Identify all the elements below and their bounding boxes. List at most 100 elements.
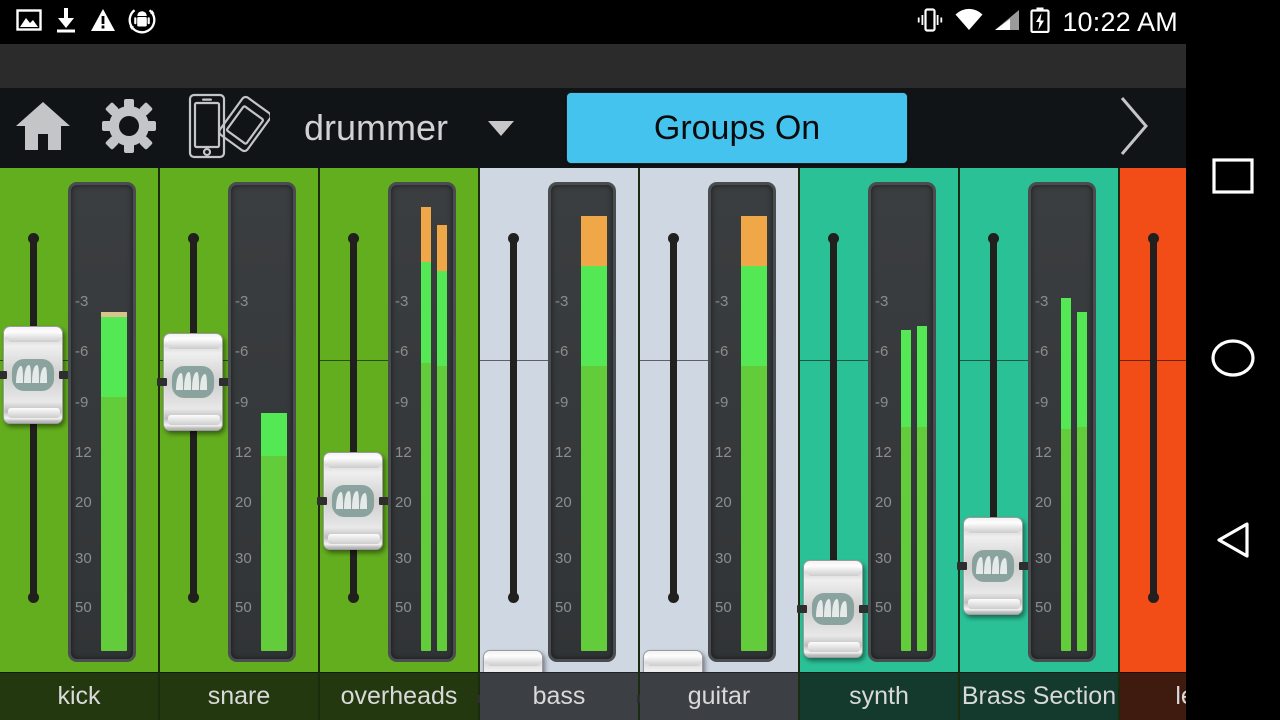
groups-toggle-button[interactable]: Groups On xyxy=(566,92,909,164)
meter-scale-label: -6 xyxy=(555,343,569,361)
meter-bar-hot-segment xyxy=(437,270,447,366)
channel-name-label[interactable]: snare xyxy=(160,672,318,720)
scene-name-label[interactable]: drummer xyxy=(304,107,448,149)
fader-knob[interactable] xyxy=(957,516,1029,615)
triangle-back-icon xyxy=(1211,518,1255,567)
channel-strip-bass[interactable]: -3 -6 -9 12 20 30 50 bass xyxy=(477,168,640,720)
meter-scale-label: 12 xyxy=(75,444,92,462)
rotate-device-button[interactable] xyxy=(172,88,282,168)
channel-strip-kick[interactable]: -3 -6 -9 12 20 30 50 kick xyxy=(0,168,160,720)
meter-bar-hot-segment xyxy=(901,330,911,427)
fader-track[interactable] xyxy=(508,233,519,603)
channel-name-label[interactable]: guitar xyxy=(640,672,798,720)
meter-peak-segment xyxy=(581,215,607,267)
meter-scale-label: -3 xyxy=(715,293,729,311)
meter-bar-hot-segment xyxy=(917,325,927,427)
meter-bars xyxy=(1061,193,1087,651)
fader-track[interactable] xyxy=(828,233,839,603)
square-recents-icon xyxy=(1211,154,1255,203)
meter-peak-segment xyxy=(421,206,431,262)
home-nav-button[interactable] xyxy=(1210,335,1256,386)
meter-bars xyxy=(901,193,927,651)
meter-scale-label: 12 xyxy=(715,444,732,462)
fader-track[interactable] xyxy=(668,233,679,603)
channel-strip-synth[interactable]: -3 -6 -9 12 20 30 50 synth xyxy=(797,168,960,720)
fader-knob[interactable] xyxy=(797,559,869,658)
meter-scale-label: 50 xyxy=(395,599,412,617)
knob-grip-left xyxy=(957,561,967,570)
meter-scale-label: 20 xyxy=(1035,494,1052,512)
meter-scale-label: -6 xyxy=(1035,343,1049,361)
channel-name-label[interactable]: kick xyxy=(0,672,158,720)
fader-knob[interactable] xyxy=(157,333,229,431)
meter-scale-label: 20 xyxy=(75,494,92,512)
fader-knob[interactable] xyxy=(0,325,69,424)
meter-bar-hot-segment xyxy=(421,261,431,363)
next-page-button[interactable] xyxy=(1106,95,1162,161)
channel-body: -3 -6 -9 12 20 30 50 xyxy=(0,168,158,672)
meter-scale-label: 20 xyxy=(235,494,252,512)
meter-bar-hot-segment xyxy=(581,266,607,367)
meter-scale-label: 50 xyxy=(75,599,92,617)
channel-name-label[interactable]: synth xyxy=(800,672,958,720)
meter-scale-label: 50 xyxy=(235,599,252,617)
meter-scale-label: -6 xyxy=(875,343,889,361)
meter-scale-label: 20 xyxy=(555,494,572,512)
meter-bar-hot-segment xyxy=(1077,312,1087,428)
meter-scale-label: -9 xyxy=(715,393,729,411)
channel-strip-overheads[interactable]: -3 -6 -9 12 20 30 50 overheads xyxy=(317,168,480,720)
meter-scale-label: -6 xyxy=(395,343,409,361)
channel-name-label[interactable]: overheads xyxy=(320,672,478,720)
status-bar-right-icons: 10:22 AM xyxy=(915,7,1186,38)
brand-logo-icon xyxy=(332,484,374,517)
meter-scale: -3 -6 -9 12 20 30 50 xyxy=(715,185,741,659)
meter-bars xyxy=(261,193,287,651)
meter-scale: -3 -6 -9 12 20 30 50 xyxy=(875,185,901,659)
fader-knob[interactable] xyxy=(317,451,389,550)
settings-button[interactable] xyxy=(86,88,172,168)
rotate-device-icon xyxy=(184,91,272,166)
download-icon xyxy=(54,7,78,38)
knob-cap-bottom xyxy=(8,407,60,418)
level-meter: -3 -6 -9 12 20 30 50 xyxy=(228,182,296,662)
channel-name-label[interactable]: Brass Section xyxy=(960,672,1118,720)
level-meter: -3 -6 -9 12 20 30 50 xyxy=(1028,182,1096,662)
vibrate-icon xyxy=(915,7,945,38)
knob-cap-top xyxy=(648,655,700,666)
knob-grip-left xyxy=(157,378,167,386)
channel-strip-snare[interactable]: -3 -6 -9 12 20 30 50 snare xyxy=(157,168,320,720)
meter-bar-fill xyxy=(1077,312,1087,651)
channel-strip-guitar[interactable]: -3 -6 -9 12 20 30 50 guitar xyxy=(637,168,800,720)
meter-bar xyxy=(437,193,447,651)
knob-cap-top xyxy=(328,457,380,468)
meter-scale-label: 30 xyxy=(1035,550,1052,568)
cellular-signal-icon xyxy=(993,8,1021,37)
meter-scale-label: 12 xyxy=(555,444,572,462)
meter-bar-fill xyxy=(741,266,767,651)
channel-strip-lead[interactable]: -3-6-912203050lead xyxy=(1120,168,1186,720)
chevron-down-icon[interactable] xyxy=(488,120,515,136)
meter-scale-label: 20 xyxy=(715,494,732,512)
status-bar-left-icons xyxy=(0,6,156,39)
meter-bar-fill xyxy=(917,325,927,651)
meter-bars xyxy=(101,193,127,651)
channel-name-label[interactable]: lead xyxy=(1120,672,1186,720)
brand-logo-icon xyxy=(12,358,54,391)
channel-strip-brass-section[interactable]: -3 -6 -9 12 20 30 50 Brass Section xyxy=(957,168,1120,720)
recents-button[interactable] xyxy=(1211,154,1255,203)
battery-charging-icon xyxy=(1030,7,1050,38)
meter-scale-label: 12 xyxy=(235,444,252,462)
meter-bar xyxy=(261,193,287,651)
circle-home-icon xyxy=(1210,335,1256,386)
fader-track[interactable] xyxy=(1148,233,1159,603)
channel-name-label[interactable]: bass xyxy=(480,672,638,720)
knob-cap-bottom xyxy=(328,533,380,544)
app-root: 10:22 AM drummer Groups On -3 -6 -9 12 2… xyxy=(0,0,1280,720)
home-button[interactable] xyxy=(0,88,86,168)
back-button[interactable] xyxy=(1211,518,1255,567)
meter-scale-label: 30 xyxy=(715,550,732,568)
meter-scale-label: -3 xyxy=(75,293,89,311)
channel-body: -3 -6 -9 12 20 30 50 xyxy=(637,168,798,720)
meter-bar-fill xyxy=(1061,298,1071,651)
level-meter: -3 -6 -9 12 20 30 50 xyxy=(68,182,136,662)
